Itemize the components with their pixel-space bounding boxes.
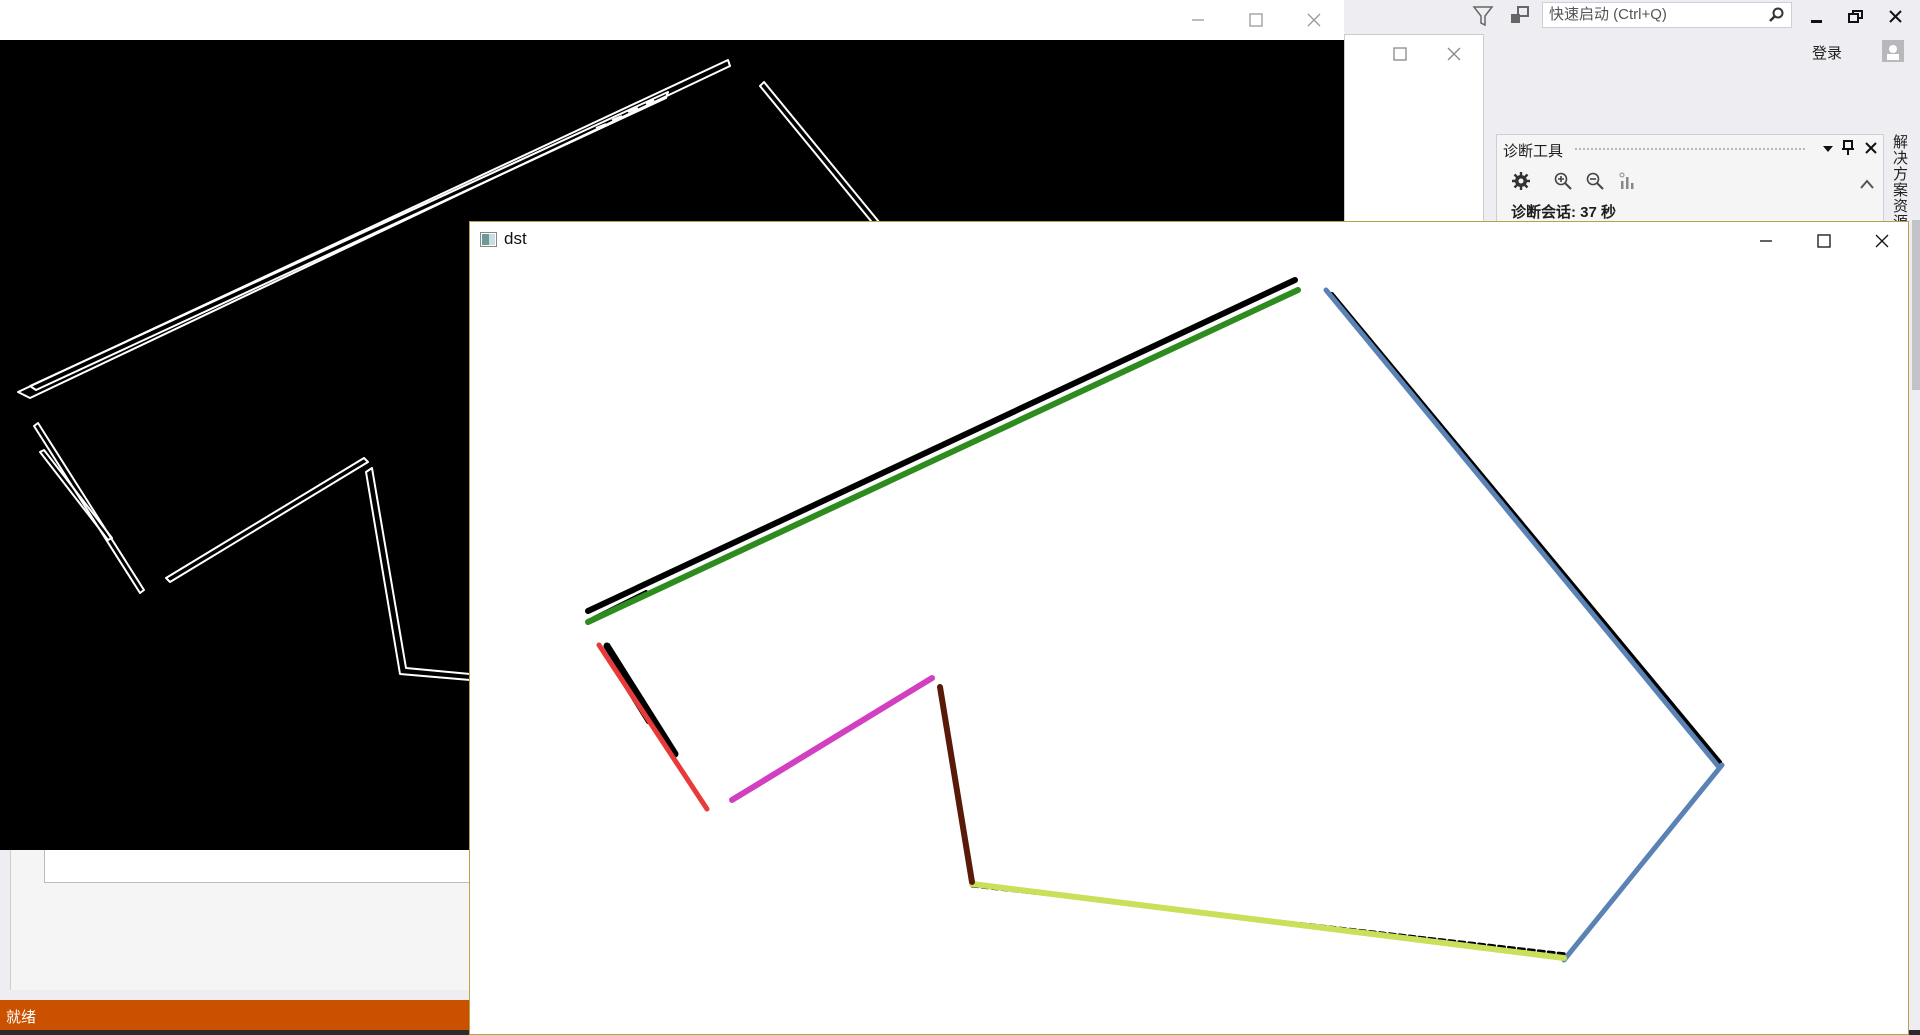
quick-launch-placeholder: 快速启动 (Ctrl+Q) [1549,6,1667,23]
chart-icon[interactable] [1617,171,1637,191]
solution-explorer-tab-label: 解决方案资源 [1891,134,1908,230]
line-bottom [969,881,1567,961]
background-window [1344,34,1484,234]
diagnostics-panel-title: 诊断工具 [1503,143,1564,160]
close-icon[interactable] [1863,140,1879,156]
pin-icon[interactable] [1841,140,1855,156]
chevron-up-icon[interactable] [1859,177,1875,191]
edge-v [365,467,471,681]
quick-launch-input[interactable]: 快速启动 (Ctrl+Q) [1542,2,1792,28]
dst-window-title: dst [504,229,527,248]
feedback-icon[interactable] [1509,5,1531,27]
app-icon [480,232,497,247]
scrollbar[interactable] [1912,220,1920,390]
minimize-icon[interactable] [1186,10,1210,30]
restore-icon[interactable] [1844,6,1868,28]
dst-titlebar[interactable]: dst [470,222,1908,260]
edge-right [759,81,885,233]
line-pink [729,675,935,803]
line-v-edge [937,684,975,885]
login-link[interactable]: 登录 [1812,42,1842,63]
maximize-icon[interactable] [1244,10,1268,30]
edge-top-slots [595,99,655,129]
zoom-out-icon[interactable] [1585,171,1605,191]
diagnostics-session-duration: 诊断会话: 37 秒 [1511,204,1617,221]
black-line-top [585,277,1298,614]
edge-left-inner [39,449,113,541]
maximize-icon[interactable] [1812,230,1836,252]
output-pane [44,850,472,883]
dst-window: dst [469,221,1909,1035]
minimize-icon[interactable] [1805,6,1829,28]
panel-grip[interactable] [1575,148,1805,150]
diagnostics-panel: 诊断工具 诊断会话: 37 秒 [1496,134,1884,226]
dropdown-icon[interactable] [1821,143,1835,155]
status-bar: 就绪 [0,1000,470,1030]
line-red [596,642,710,812]
zoom-in-icon[interactable] [1553,171,1573,191]
search-icon[interactable] [1769,7,1785,23]
minimize-icon[interactable] [1754,230,1778,252]
line-right-upper [1323,287,1721,769]
filter-icon[interactable] [1472,4,1494,28]
close-icon[interactable] [1870,230,1894,252]
diagnostics-toolbar [1497,167,1883,197]
edges-window-titlebar[interactable] [0,0,1344,41]
close-icon[interactable] [1302,10,1326,30]
account-icon[interactable] [1882,40,1904,62]
settings-gear-icon[interactable] [1511,171,1531,191]
close-icon[interactable] [1445,45,1463,63]
maximize-icon[interactable] [1391,45,1409,63]
close-icon[interactable] [1884,6,1908,28]
line-right-lower [1561,762,1725,963]
edge-diag [165,457,369,583]
black-line-left [603,642,679,758]
line-top [585,287,1301,625]
status-text: 就绪 [6,1009,37,1026]
dst-image [470,260,1908,1034]
